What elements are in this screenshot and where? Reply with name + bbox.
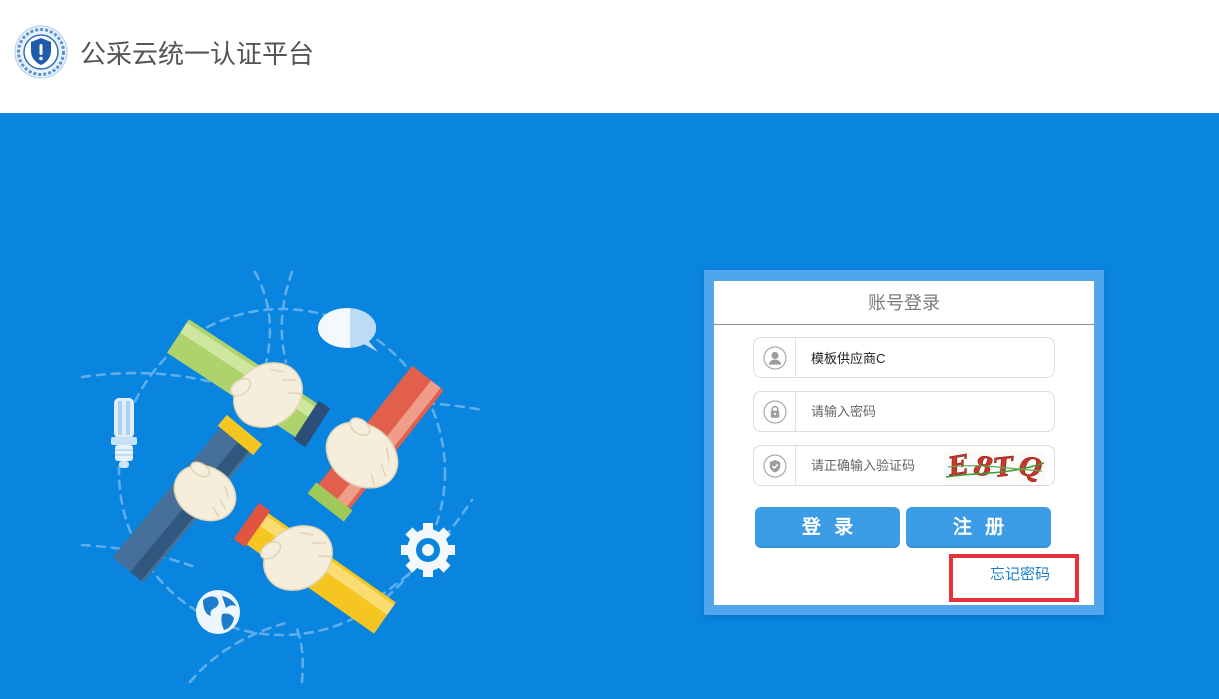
globe-icon bbox=[196, 590, 240, 634]
top-header: 公采云统一认证平台 bbox=[0, 0, 1219, 113]
username-input[interactable] bbox=[796, 338, 1054, 377]
login-form: 账号登录 模板供应商C 请正确输入验证码 E8TQ 登 录 注 册 忘记密码 bbox=[714, 281, 1094, 605]
register-button[interactable]: 注 册 bbox=[906, 507, 1051, 548]
chat-bubble-icon bbox=[318, 308, 378, 352]
wrist-cuff bbox=[293, 400, 331, 448]
captcha-input[interactable] bbox=[796, 446, 944, 485]
site-title: 公采云统一认证平台 bbox=[80, 39, 315, 69]
password-input[interactable] bbox=[796, 392, 1054, 431]
login-title: 账号登录 bbox=[714, 281, 1094, 325]
captcha-image[interactable]: E8TQ bbox=[944, 449, 1046, 482]
user-icon bbox=[754, 338, 796, 377]
shield-check-icon bbox=[754, 446, 796, 485]
handshake-icon bbox=[112, 319, 444, 634]
wrist-cuff bbox=[233, 502, 271, 548]
lock-icon bbox=[754, 392, 796, 431]
gear-icon bbox=[401, 523, 455, 577]
login-panel: 账号登录 模板供应商C 请正确输入验证码 E8TQ 登 录 注 册 忘记密码 bbox=[704, 270, 1104, 615]
username-field bbox=[753, 337, 1055, 378]
forgot-password-link[interactable]: 忘记密码 bbox=[990, 566, 1050, 584]
dashed-orbits bbox=[80, 270, 484, 684]
wrist-cuff bbox=[307, 482, 353, 522]
teamwork-illustration bbox=[80, 270, 484, 684]
lightbulb-icon bbox=[111, 398, 137, 468]
login-button[interactable]: 登 录 bbox=[755, 507, 900, 548]
wrist-cuff bbox=[217, 414, 263, 456]
captcha-field: E8TQ bbox=[753, 445, 1055, 486]
password-field bbox=[753, 391, 1055, 432]
shield-emblem-icon bbox=[14, 25, 68, 79]
